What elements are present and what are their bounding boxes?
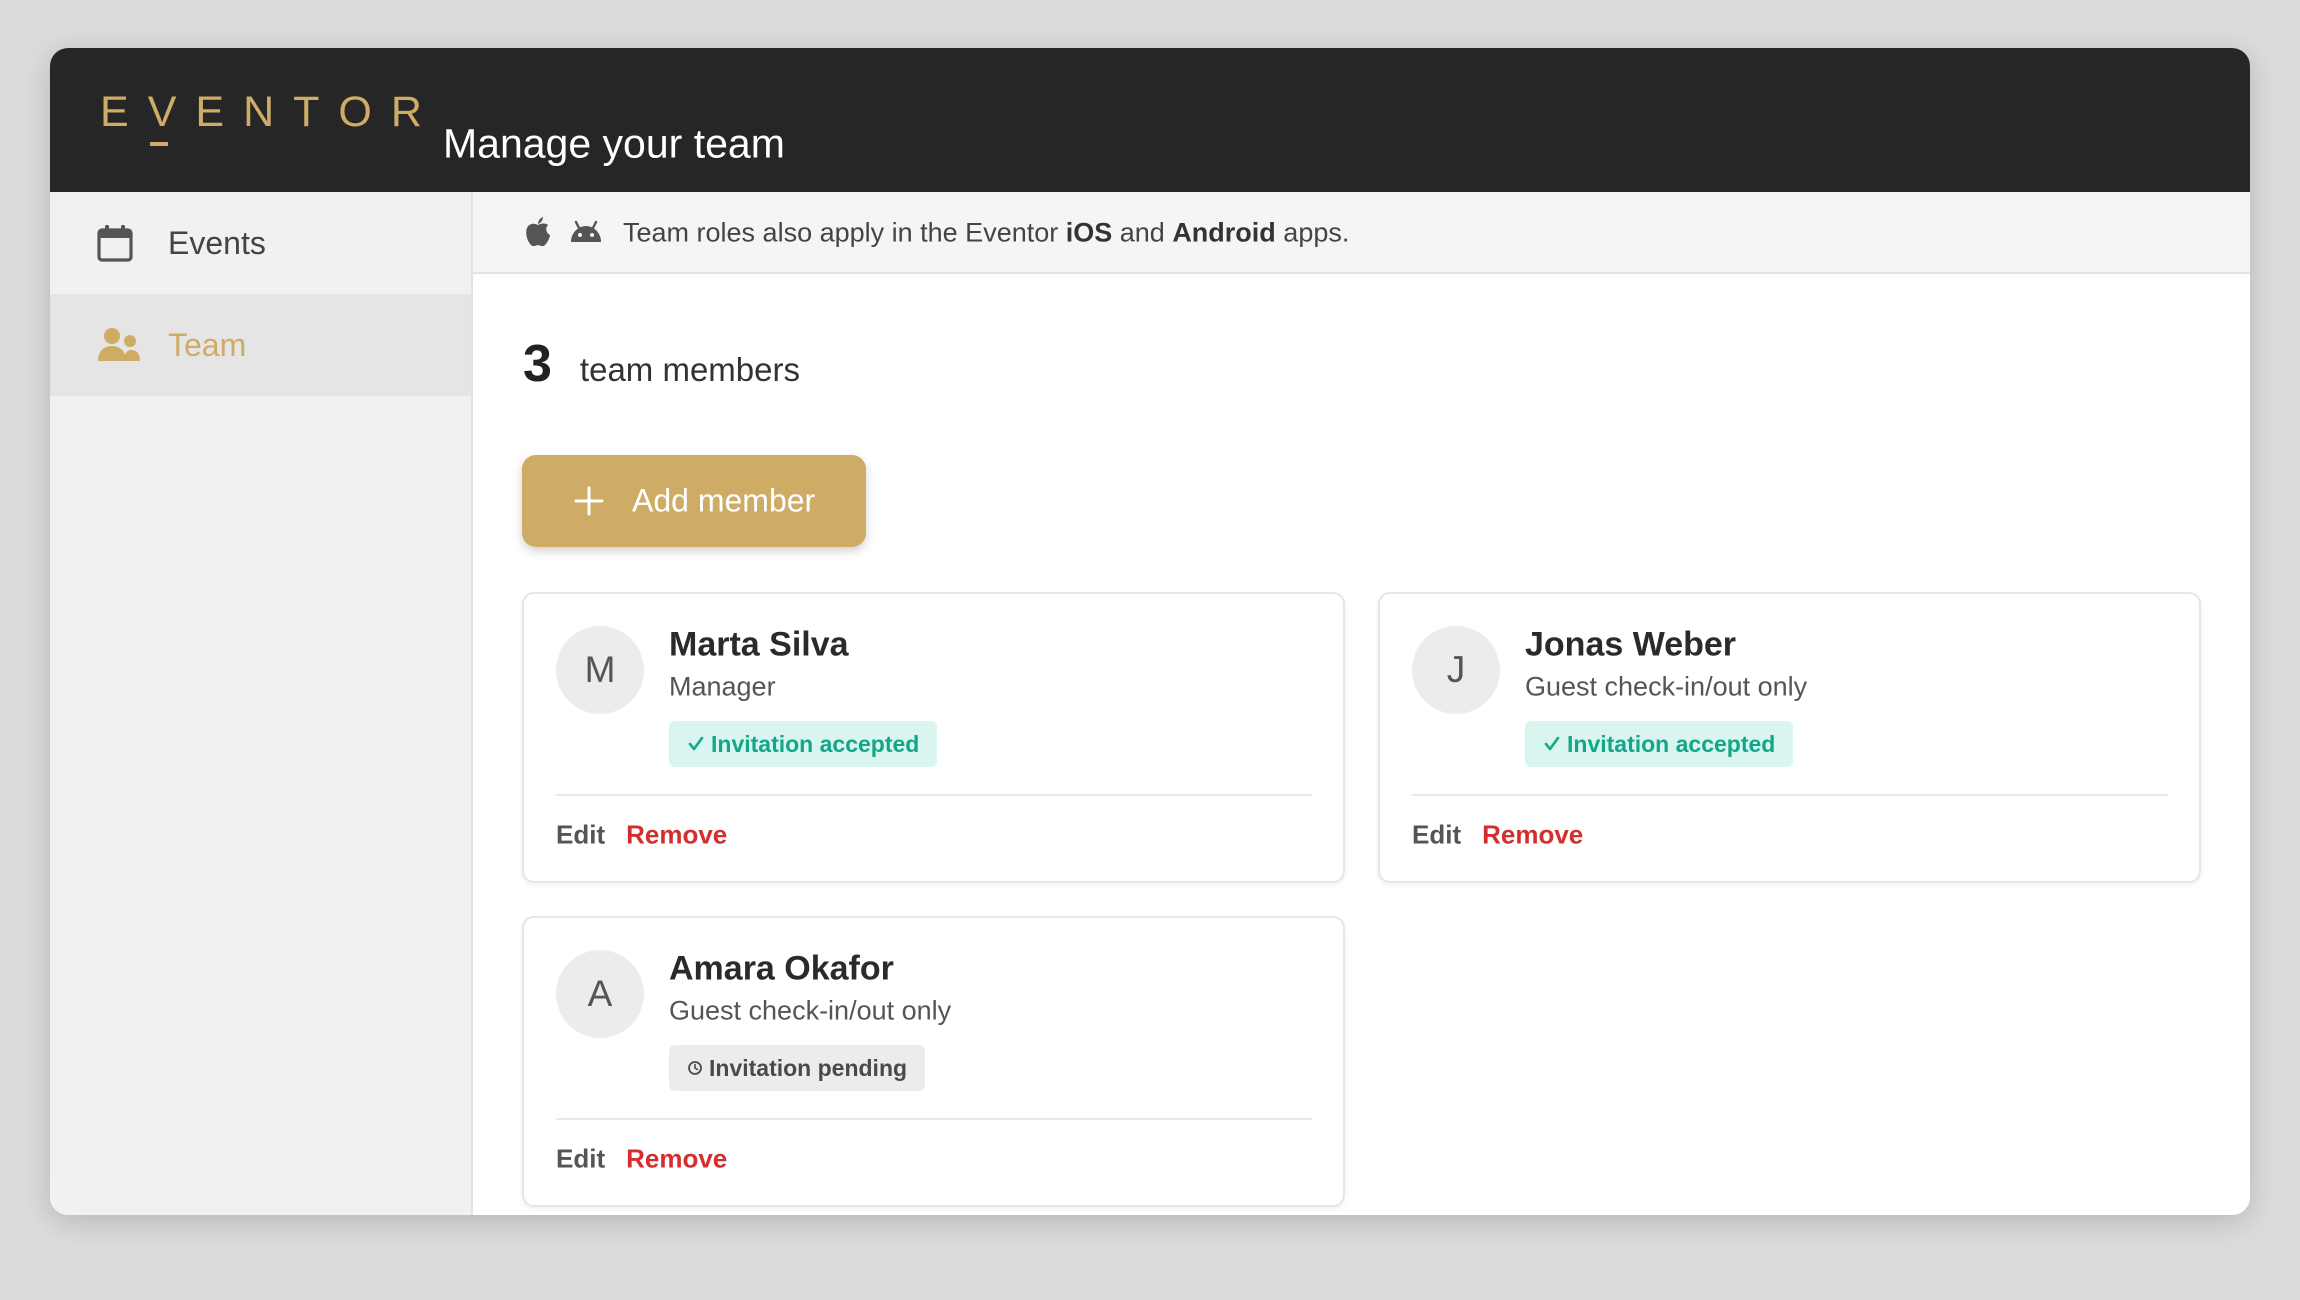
plus-icon [574, 486, 604, 516]
people-icon [97, 327, 141, 363]
edit-member-button[interactable]: Edit [1412, 820, 1461, 851]
add-member-label: Add member [632, 482, 816, 519]
sidebar-item-label: Events [168, 224, 266, 261]
avatar: A [556, 950, 644, 1038]
member-count-label: team members [579, 351, 800, 388]
platform-notice: Team roles also apply in the Eventor iOS… [473, 192, 2250, 274]
sidebar-item-events[interactable]: Events [50, 192, 471, 294]
logo-letter: O [338, 88, 391, 136]
sidebar: Events Team [50, 192, 473, 1215]
calendar-icon [97, 224, 133, 262]
notice-prefix: Team roles also apply in the Eventor [623, 217, 1066, 248]
notice-text: Team roles also apply in the Eventor iOS… [623, 218, 1349, 249]
page-title: Manage your team [443, 120, 785, 167]
top-bar: EVENTOR Manage your team [50, 48, 2250, 192]
card-divider [556, 1118, 1312, 1120]
eventor-logo[interactable]: EVENTOR [100, 88, 441, 158]
notice-android: Android [1172, 217, 1276, 248]
logo-underline-mark [149, 142, 168, 146]
logo-letter: E [100, 88, 148, 136]
status-badge: Invitation accepted [669, 721, 938, 767]
status-badge: Invitation accepted [1525, 721, 1794, 767]
app-window: EVENTOR Manage your team Events Team Tea… [50, 48, 2250, 1215]
card-divider [1412, 794, 2168, 796]
member-name: Jonas Weber [1525, 625, 1737, 664]
notice-middle: and [1112, 217, 1173, 248]
member-name: Amara Okafor [669, 949, 894, 988]
member-card: J Jonas Weber Guest check-in/out only Invit… [1378, 592, 2201, 883]
member-role: Manager [669, 671, 776, 702]
member-card: M Marta Silva Manager Invitation accepted Ed… [522, 592, 1345, 883]
edit-member-button[interactable]: Edit [556, 1144, 605, 1175]
status-label: Invitation accepted [711, 730, 920, 757]
card-actions: Edit Remove [556, 820, 727, 851]
main-content: Team roles also apply in the Eventor iOS… [473, 192, 2250, 1215]
edit-member-button[interactable]: Edit [556, 820, 605, 851]
sidebar-item-label: Team [168, 326, 247, 363]
logo-letter: T [293, 88, 339, 136]
logo-letter: N [243, 88, 294, 136]
member-role: Guest check-in/out only [1525, 671, 1808, 702]
remove-member-button[interactable]: Remove [626, 820, 727, 851]
logo-letter: R [390, 88, 441, 136]
logo-letter: E [195, 88, 244, 136]
status-label: Invitation accepted [1567, 730, 1776, 757]
add-member-button[interactable]: Add member [522, 455, 866, 547]
checkmark-icon [687, 735, 705, 753]
member-count: 3 [523, 335, 552, 393]
avatar: M [556, 626, 644, 714]
logo-letter: V [148, 88, 196, 146]
member-name: Marta Silva [669, 625, 849, 664]
member-card: A Amara Okafor Guest check-in/out only Invi… [522, 916, 1345, 1207]
member-role: Guest check-in/out only [669, 995, 952, 1026]
team-count: 3 team members [523, 334, 800, 394]
card-actions: Edit Remove [556, 1144, 727, 1175]
remove-member-button[interactable]: Remove [626, 1144, 727, 1175]
clock-icon [687, 1060, 703, 1076]
sidebar-item-team[interactable]: Team [50, 294, 471, 396]
apple-icon [525, 217, 551, 247]
remove-member-button[interactable]: Remove [1482, 820, 1583, 851]
status-label: Invitation pending [709, 1054, 908, 1081]
status-badge: Invitation pending [669, 1045, 926, 1091]
notice-ios: iOS [1065, 217, 1113, 248]
android-icon [569, 220, 603, 244]
card-actions: Edit Remove [1412, 820, 1583, 851]
avatar: J [1412, 626, 1500, 714]
card-divider [556, 794, 1312, 796]
notice-suffix: apps. [1275, 217, 1350, 248]
checkmark-icon [1543, 735, 1561, 753]
